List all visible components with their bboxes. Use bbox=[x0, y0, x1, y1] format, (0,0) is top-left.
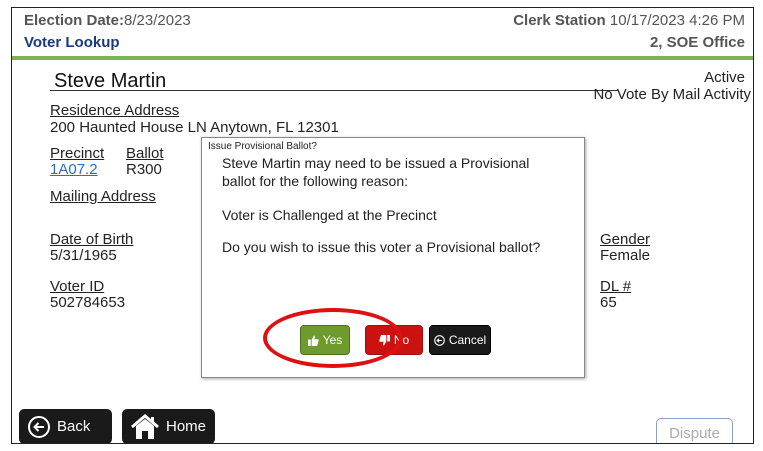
provisional-ballot-dialog: Issue Provisional Ballot? Steve Martin m… bbox=[201, 137, 585, 378]
no-button[interactable]: No bbox=[365, 325, 423, 355]
circle-back-arrow-icon bbox=[27, 415, 51, 439]
precinct-link[interactable]: 1A07.2 bbox=[50, 161, 98, 178]
dl-label: DL # bbox=[600, 278, 632, 295]
home-label: Home bbox=[166, 418, 207, 435]
voter-id-value: 502784653 bbox=[50, 294, 126, 311]
back-button[interactable]: Back bbox=[19, 409, 112, 443]
dialog-message-line1: Steve Martin may need to be issued a Pro… bbox=[222, 155, 530, 171]
mailing-address-label: Mailing Address bbox=[50, 188, 156, 205]
election-date-value: 8/23/2023 bbox=[124, 12, 191, 29]
home-button[interactable]: Home bbox=[122, 409, 215, 443]
election-date-label: Election Date: bbox=[24, 12, 125, 29]
dob-label: Date of Birth bbox=[50, 231, 134, 248]
home-icon bbox=[130, 413, 160, 440]
thumbs-up-icon bbox=[307, 334, 319, 346]
ballot-value: R300 bbox=[126, 161, 162, 178]
dispute-button[interactable]: Dispute bbox=[656, 418, 733, 443]
residence-address-label: Residence Address bbox=[50, 102, 180, 119]
voter-status: Active bbox=[704, 69, 745, 86]
station-info: Clerk Station 10/17/2023 4:26 PM bbox=[513, 12, 745, 29]
voter-id-label: Voter ID bbox=[50, 278, 105, 295]
no-label: No bbox=[393, 333, 410, 347]
thumbs-down-icon bbox=[379, 334, 390, 346]
yes-button[interactable]: Yes bbox=[300, 325, 350, 355]
dl-value: 65 bbox=[600, 294, 617, 311]
gender-label: Gender bbox=[600, 231, 651, 248]
office-label: 2, SOE Office bbox=[649, 34, 745, 51]
circle-back-arrow-icon bbox=[433, 334, 445, 346]
yes-label: Yes bbox=[322, 333, 343, 347]
dialog-question: Do you wish to issue this voter a Provis… bbox=[222, 239, 541, 255]
dialog-message-line2: ballot for the following reason: bbox=[222, 173, 408, 189]
name-divider bbox=[50, 90, 618, 91]
gender-value: Female bbox=[600, 247, 651, 264]
dialog-reason: Voter is Challenged at the Precinct bbox=[222, 207, 437, 223]
station-label: Clerk Station bbox=[513, 12, 606, 29]
header-bar: Election Date:8/23/2023 Voter Lookup Cle… bbox=[12, 8, 753, 60]
screen-title: Voter Lookup bbox=[24, 34, 120, 51]
cancel-button[interactable]: Cancel bbox=[429, 325, 491, 355]
precinct-label: Precinct bbox=[50, 145, 105, 162]
cancel-label: Cancel bbox=[448, 333, 487, 347]
residence-address-value: 200 Haunted House LN Anytown, FL 12301 bbox=[50, 119, 339, 136]
station-datetime: 10/17/2023 4:26 PM bbox=[609, 12, 745, 29]
ballot-label: Ballot bbox=[126, 145, 164, 162]
vbm-status: No Vote By Mail Activity bbox=[593, 86, 751, 103]
back-label: Back bbox=[57, 418, 91, 435]
dialog-title: Issue Provisional Ballot? bbox=[208, 141, 317, 152]
app-window: Election Date:8/23/2023 Voter Lookup Cle… bbox=[11, 7, 754, 444]
election-date: Election Date:8/23/2023 bbox=[24, 12, 191, 29]
dob-value: 5/31/1965 bbox=[50, 247, 117, 264]
